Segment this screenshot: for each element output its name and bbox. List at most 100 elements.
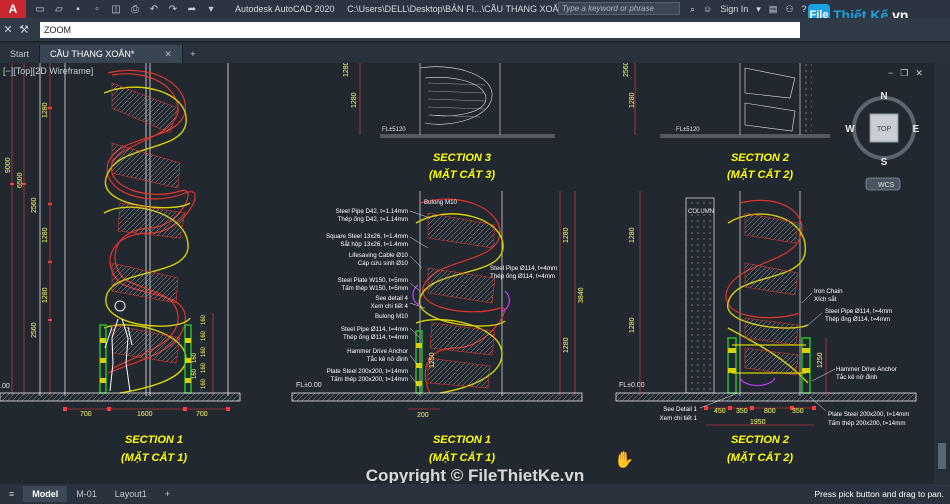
undo-icon[interactable]: ↶ — [148, 4, 160, 15]
dim-text: 1280 — [42, 287, 49, 303]
section3-view: 1280 1280 FL±5120 SECTION 3 (MẶT CẮT 3) — [343, 63, 555, 181]
section-subtitle: (MẶT CẮT 2) — [727, 168, 793, 181]
dim-text: 9000 — [5, 157, 12, 173]
annotation: Bulong M10 — [375, 313, 409, 320]
compass-south[interactable]: S — [881, 157, 888, 168]
annotation: Cáp cứu sinh Ø10 — [358, 260, 409, 267]
dim-text: 450 — [714, 408, 726, 415]
dim-text: 1600 — [137, 411, 153, 418]
section2-right-view: COLUMN FL±0.00 1280 1280 1250 450 350 80… — [615, 191, 917, 464]
plot-icon[interactable]: ⎙ — [129, 4, 141, 15]
section-title: SECTION 2 — [731, 152, 789, 164]
dim-text: 1250 — [429, 352, 436, 368]
tab-start[interactable]: Start — [0, 45, 41, 63]
svg-text:160: 160 — [201, 346, 207, 357]
cart-icon[interactable]: ▤ — [769, 4, 778, 15]
annotation: Tấm thép 200x200, t=14mm — [330, 376, 408, 383]
dim-text: 1250 — [817, 352, 824, 368]
window-title: Autodesk AutoCAD 2020 C:\Users\DELL\Desk… — [235, 4, 584, 14]
minimize-icon[interactable]: − — [888, 68, 893, 79]
section-subtitle: (MẶT CẮT 2) — [727, 451, 793, 464]
new-file-icon[interactable]: ▭ — [34, 4, 46, 15]
section2-top-view: 2560 1280 FL±5120 SECTION 2 (MẶT CẮT 2) — [623, 63, 830, 181]
annotation: Lifesaving Cable Ø10 — [349, 252, 409, 259]
tab-m01[interactable]: M-01 — [67, 486, 106, 502]
dim-text: 1280 — [42, 227, 49, 243]
section1-left-view: 9000 6500 2560 1280 1280 1280 2560 16016… — [0, 63, 241, 464]
share-icon[interactable]: ➦ — [186, 4, 198, 15]
compass-west[interactable]: W — [845, 124, 855, 135]
autocad-logo-icon[interactable]: A — [0, 0, 26, 18]
restore-icon[interactable]: ❐ — [900, 68, 908, 79]
svg-text:1280: 1280 — [563, 337, 570, 353]
annotation: Steel Pipe Ø114, t=4mm — [825, 308, 892, 315]
open-folder-icon[interactable]: ▱ — [53, 4, 65, 15]
titlebar-right: ⌕ ☺ Sign In ▾ ▤ ⚇ ? — [690, 0, 806, 18]
drawing-canvas[interactable]: [−][Top][2D Wireframe] 9000 6500 2560 12… — [0, 63, 950, 483]
close-icon[interactable]: ✕ — [0, 23, 16, 36]
wrench-icon[interactable]: ⚒ — [16, 23, 32, 36]
save-as-icon[interactable]: ▫ — [91, 4, 103, 15]
annotation: Bulong M10 — [424, 199, 458, 206]
customize-toolbar-icon[interactable]: ▾ — [205, 4, 217, 15]
chevron-down-icon[interactable]: ▾ — [756, 4, 761, 15]
fl-label: FL±5120 — [382, 127, 406, 133]
dim-text: 6500 — [17, 172, 24, 188]
dim-text: 800 — [764, 408, 776, 415]
tab-label: Start — [10, 49, 30, 59]
network-icon[interactable]: ⚇ — [785, 4, 793, 15]
dim-text: 1280 — [351, 92, 358, 108]
search-input[interactable]: Type a keyword or phrase — [558, 2, 680, 15]
viewcube-top-label[interactable]: TOP — [877, 126, 892, 133]
dim-text: 350 — [792, 408, 804, 415]
annotation: Hammer Drive Anchor — [347, 348, 408, 355]
save-icon[interactable]: ▪ — [72, 4, 84, 15]
tab-model[interactable]: Model — [23, 486, 68, 502]
hamburger-icon[interactable]: ≡ — [0, 486, 23, 502]
scroll-thumb[interactable] — [938, 443, 946, 469]
close-icon[interactable]: ✕ — [915, 68, 923, 79]
sign-in-link[interactable]: Sign In — [720, 4, 748, 14]
fl-label: FL±5120 — [676, 127, 700, 133]
annotation: Square Steel 13x26, t=1.4mm — [326, 233, 408, 240]
annotation: Xem chi tiết 1 — [660, 415, 698, 422]
annotation: See detail 4 — [375, 295, 408, 302]
wcs-label[interactable]: WCS — [878, 182, 895, 189]
dim-text: 3840 — [578, 287, 585, 303]
compass-north[interactable]: N — [880, 91, 887, 102]
viewport-controls[interactable]: [−][Top][2D Wireframe] — [3, 66, 93, 76]
tab-label: CẦU THANG XOẮN* — [50, 49, 135, 59]
user-icon[interactable]: ☺ — [703, 4, 712, 14]
help-icon[interactable]: ? — [801, 4, 806, 14]
tab-layout1[interactable]: Layout1 — [106, 486, 156, 502]
viewcube[interactable]: TOP N S E W WCS — [845, 91, 920, 191]
dim-text: 1280 — [629, 92, 636, 108]
dim-text: 1280 — [629, 227, 636, 243]
command-input[interactable]: ZOOM — [40, 21, 800, 38]
tab-drawing[interactable]: CẦU THANG XOẮN* ✕ — [40, 45, 183, 63]
redo-icon[interactable]: ↷ — [167, 4, 179, 15]
new-tab-icon[interactable]: + — [183, 45, 203, 63]
annotation: Xích sắt — [814, 296, 837, 303]
add-layout-icon[interactable]: + — [156, 486, 179, 502]
annotation: Thép ống Ø114, t=4mm — [490, 273, 555, 280]
open-web-icon[interactable]: ◫ — [110, 4, 122, 15]
section-title: SECTION 1 — [433, 434, 491, 446]
layout-tabs: ≡ Model M-01 Layout1 + Press pick button… — [0, 484, 950, 504]
status-message: Press pick button and drag to pan. — [814, 489, 944, 499]
vertical-scrollbar[interactable] — [934, 63, 950, 483]
title-bar: A ▭ ▱ ▪ ▫ ◫ ⎙ ↶ ↷ ➦ ▾ Autodesk AutoCAD 2… — [0, 0, 950, 26]
annotation: Plate Steel 200x200, t=14mm — [828, 411, 909, 418]
annotation: Steel Pipe D42, t=1.14mm — [336, 208, 408, 215]
annotation: See Detail 1 — [663, 406, 697, 413]
section1-mid-view: 3840 1280 1280 1250 FL±0.00 200 Bulong M… — [291, 191, 585, 464]
close-tab-icon[interactable]: ✕ — [164, 49, 172, 60]
annotation: Steel Plate W150, t=5mm — [338, 277, 408, 284]
annotation: Iron Chain — [814, 288, 843, 295]
dim-text: 350 — [736, 408, 748, 415]
svg-text:1280: 1280 — [563, 227, 570, 243]
search-icon[interactable]: ⌕ — [690, 4, 695, 15]
compass-east[interactable]: E — [913, 124, 920, 135]
svg-text:160: 160 — [201, 314, 207, 325]
svg-text:160: 160 — [192, 368, 198, 379]
